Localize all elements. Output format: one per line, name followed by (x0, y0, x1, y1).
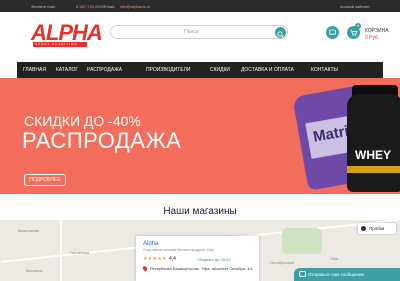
product-jar-whey (347, 94, 400, 192)
map-label: Октябрьский (270, 260, 294, 265)
search-box[interactable]: Поиск (110, 25, 288, 39)
cart-count-badge: 0 (355, 23, 361, 29)
chat-bubble-icon (329, 29, 336, 35)
search-icon (277, 31, 284, 38)
location-pin-icon (141, 265, 149, 272)
shop-info-card[interactable]: Alpha Спортивное питание Фитнес-продукты… (136, 236, 259, 281)
contact-label: Звоните нам: (31, 4, 56, 9)
email-link[interactable]: info@alphauts.ru (120, 4, 150, 9)
map-label: Гостиница (70, 250, 90, 255)
nav-item-home[interactable]: ГЛАВНАЯ (23, 67, 46, 73)
chat-widget-button[interactable]: Отправьте нам сообщение (294, 268, 400, 281)
account-link[interactable]: личный кабинет (340, 4, 370, 9)
shop-name[interactable]: Alpha (143, 241, 158, 247)
nav-item-sale[interactable]: РАСПРОДАЖА (87, 67, 122, 73)
map-park (282, 228, 322, 254)
traffic-toggle[interactable]: Пробки (358, 223, 396, 234)
logo-subtitle: SPORT NUTRITION (35, 42, 78, 46)
alpha-logo[interactable]: ALPHA SPORT NUTRITION (31, 22, 103, 48)
search-button[interactable] (275, 27, 286, 38)
map-label: Максимова (18, 228, 39, 233)
chat-icon (299, 271, 306, 277)
shop-address: Республика Башкортостан, Уфа, проспект О… (150, 266, 253, 271)
main-nav: ГЛАВНАЯ КАТАЛОГ РАСПРОДАЖА ПРОИЗВОДИТЕЛИ… (17, 62, 383, 78)
email-label: Email: (104, 4, 116, 9)
map-label: Уфа (330, 256, 339, 261)
traffic-label: Пробки (369, 226, 385, 231)
rating-stars: ★★★★★ (143, 256, 167, 262)
nav-item-brands[interactable]: ПРОИЗВОДИТЕЛИ (146, 67, 191, 73)
phone-link[interactable]: 8 987 733 0000 (76, 4, 104, 9)
shops-heading: Наши магазины (163, 206, 237, 217)
search-input[interactable]: Поиск (111, 29, 271, 35)
map-road (60, 220, 62, 281)
nav-item-contacts[interactable]: КОНТАКТЫ (311, 67, 338, 73)
jar-stripe (347, 166, 400, 173)
rating-value: 4,4 (169, 256, 176, 262)
top-bar: Звоните нам: 8 987 733 0000 Email: info@… (0, 0, 400, 12)
chat-label: Отправьте нам сообщение (308, 272, 365, 277)
nav-item-catalog[interactable]: КАТАЛОГ (56, 67, 78, 73)
shop-category: Спортивное питание Фитнес-продукты Уфа (143, 248, 214, 252)
traffic-icon (361, 226, 366, 231)
banner-headline: СКИДКИ ДО -40% (24, 113, 141, 129)
jar-front-text: WHEY (355, 148, 391, 162)
banner-more-button[interactable]: ПОДРОБНЕЕ (24, 174, 66, 186)
banner-title: РАСПРОДАЖА (22, 128, 182, 153)
opening-hours: Открыто до 20:00 (198, 257, 231, 262)
cart-sum: 0 Руб. (365, 35, 380, 41)
promo-banner[interactable]: СКИДКИ ДО -40% РАСПРОДАЖА ПОДРОБНЕЕ Matr… (0, 78, 400, 194)
logo-word: ALPHA (31, 20, 103, 45)
favorites-button[interactable] (326, 26, 339, 39)
header: ALPHA SPORT NUTRITION Поиск 0 КОРЗИНА 0 … (0, 12, 400, 62)
cart-title[interactable]: КОРЗИНА (365, 28, 389, 34)
nav-item-delivery[interactable]: ДОСТАВКА И ОПЛАТА (241, 67, 294, 73)
nav-item-discounts[interactable]: СКИДКИ (210, 67, 230, 73)
map-label: Миловка (26, 268, 43, 273)
